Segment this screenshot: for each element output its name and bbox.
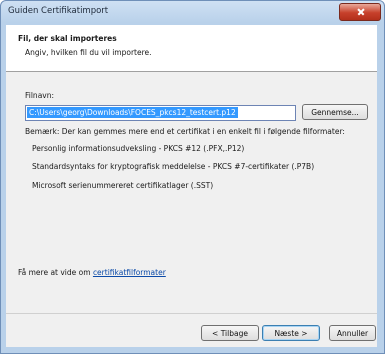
step-title: Fil, der skal importeres (18, 34, 117, 43)
note-text: Bemærk: Der kan gemmes mere end et certi… (25, 127, 345, 136)
format-item-sst: Microsoft serienummereret certifikatlage… (32, 181, 214, 190)
wizard-header: Fil, der skal importeres Angiv, hvilken … (6, 25, 377, 72)
filename-value: C:\Users\georg\Downloads\FOCES_pkcs12_te… (27, 107, 238, 118)
close-button[interactable] (339, 3, 381, 21)
title-bar[interactable]: Guiden Certifikatimport (1, 1, 384, 23)
learn-more-prefix: Få mere at vide om (18, 268, 93, 277)
next-button[interactable]: Næste > (262, 325, 320, 341)
format-item-p7b: Standardsyntaks for kryptografisk meddel… (32, 162, 315, 171)
back-button[interactable]: < Tilbage (201, 325, 259, 341)
cert-formats-link[interactable]: certifikatfilformater (93, 268, 166, 277)
browse-button[interactable]: Gennemse... (302, 104, 368, 120)
window-title: Guiden Certifikatimport (8, 6, 109, 16)
filename-label: Filnavn: (25, 91, 55, 100)
step-subtitle: Angiv, hvilken fil du vil importere. (25, 48, 152, 57)
filename-input[interactable]: C:\Users\georg\Downloads\FOCES_pkcs12_te… (25, 105, 296, 121)
learn-more: Få mere at vide om certifikatfilformater (18, 268, 166, 277)
import-wizard-window: Guiden Certifikatimport Fil, der skal im… (0, 0, 385, 354)
format-item-pfx: Personlig informationsudveksling - PKCS … (32, 144, 245, 153)
wizard-content: Fil, der skal importeres Angiv, hvilken … (6, 25, 377, 347)
footer-divider (6, 313, 377, 314)
cancel-button[interactable]: Annuller (329, 325, 376, 341)
